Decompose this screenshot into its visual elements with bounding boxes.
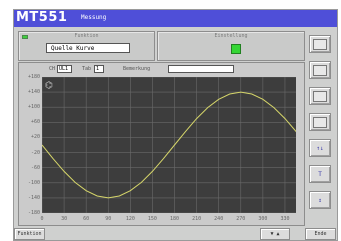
x-tick-label: 180 (170, 216, 180, 222)
graph-header: CH UL1 Tab 1 Bemerkung (19, 63, 304, 75)
graph-panel: CH UL1 Tab 1 Bemerkung +180 +140 +100 +60 +2… (18, 62, 308, 226)
cursor-icon[interactable]: ⌬ (45, 81, 53, 91)
x-tick-label: 0 (40, 216, 44, 222)
end-button[interactable]: Ende (305, 228, 336, 240)
y-tick-label: +60 (30, 119, 40, 126)
table-view-button[interactable] (309, 61, 331, 79)
main-window: MT551 Messung Funktion Quelle Kurve Eins… (13, 9, 338, 241)
x-tick-label: 210 (192, 216, 202, 222)
comment-label: Bemerkung (123, 66, 151, 72)
x-tick-label: 300 (258, 216, 268, 222)
grid-icon (313, 116, 327, 128)
vertical-scale-icon: ↕ (318, 196, 322, 204)
channel-label: CH (49, 66, 56, 72)
scale-icon (313, 90, 327, 102)
zoom-icon (313, 38, 327, 50)
y-tick-label: +20 (30, 134, 40, 141)
x-tick-label: 240 (214, 216, 224, 222)
x-tick-label: 90 (105, 216, 112, 222)
x-tick-label: 150 (147, 216, 157, 222)
app-title: MT551 (16, 10, 68, 25)
x-tick-label: 60 (83, 216, 90, 222)
table-icon (313, 64, 327, 76)
series-line (41, 91, 308, 199)
right-toolbar: ↑↓ T ↕ (306, 31, 336, 221)
title-bar: MT551 Messung (14, 10, 337, 27)
updown-button[interactable]: ▼ ▲ (260, 228, 290, 240)
x-tick-label: 30 (61, 216, 68, 222)
function-panel-title: Funktion (74, 33, 99, 39)
plot-area[interactable] (41, 76, 308, 214)
tab-label: Tab (82, 66, 92, 72)
vertical-scale-button[interactable]: ↕ (309, 191, 331, 209)
tab-field[interactable]: 1 (94, 65, 104, 73)
function-field[interactable]: Quelle Kurve (46, 43, 130, 53)
x-tick-label: 120 (125, 216, 135, 222)
channel-field[interactable]: UL1 (57, 65, 72, 73)
grid-button[interactable] (309, 113, 331, 131)
window-subtitle: Messung (81, 14, 107, 21)
trigger-icon: T (318, 170, 322, 178)
zoom-button[interactable] (309, 35, 331, 53)
y-tick-label: +100 (27, 104, 40, 111)
settings-panel-title: Einstellung (214, 33, 248, 39)
x-tick-label: 270 (236, 216, 246, 222)
function-button[interactable]: Funktion (14, 228, 45, 240)
y-tick-label: +180 (27, 74, 40, 80)
x-tick-label: 330 (280, 216, 290, 222)
settings-panel: Einstellung (157, 31, 305, 61)
settings-indicator[interactable] (231, 44, 241, 54)
y-tick-label: -20 (30, 149, 40, 156)
scale-button[interactable] (309, 87, 331, 105)
y-tick-label: +140 (27, 89, 40, 96)
bottom-bar: Funktion ▼ ▲ Ende (14, 228, 337, 240)
function-panel: Funktion Quelle Kurve (18, 31, 155, 61)
y-tick-label: -60 (30, 164, 40, 171)
y-tick-label: -180 (27, 210, 40, 216)
comment-field[interactable] (168, 65, 234, 73)
y-tick-label: -100 (27, 179, 40, 186)
cursor-move-button[interactable]: ↑↓ (309, 139, 331, 157)
cursor-move-icon: ↑↓ (316, 144, 324, 152)
y-tick-label: -140 (27, 194, 40, 201)
trigger-button[interactable]: T (309, 165, 331, 183)
plot-svg (41, 76, 308, 214)
